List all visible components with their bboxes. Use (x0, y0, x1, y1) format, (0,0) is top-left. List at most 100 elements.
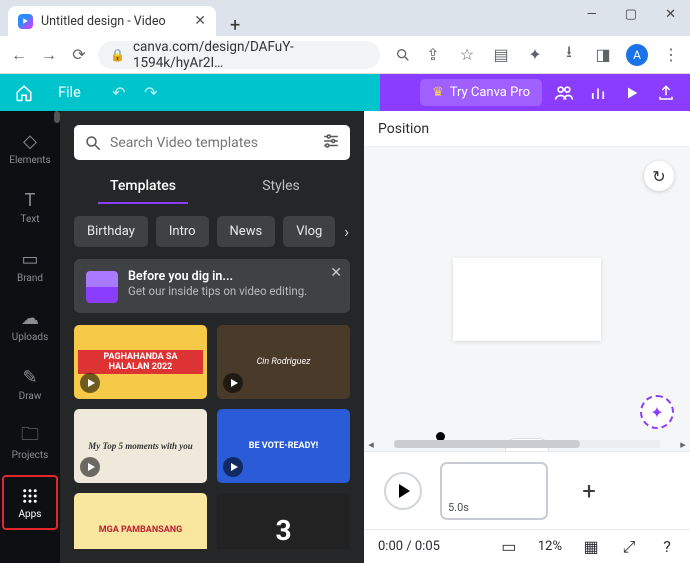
present-play-icon[interactable] (620, 81, 644, 105)
zoom-display[interactable]: 12% (538, 539, 562, 554)
template-card[interactable]: BE VOTE-READY! (217, 409, 350, 483)
browser-tab[interactable]: Untitled design - Video ✕ (8, 6, 216, 36)
magic-button[interactable]: ✦ (640, 395, 674, 429)
extension-1-icon[interactable]: ▤ (490, 44, 512, 66)
uploads-icon: ☁ (21, 309, 39, 329)
share-icon[interactable]: ⇪ (422, 44, 444, 66)
tips-banner[interactable]: Before you dig in... Get our inside tips… (74, 259, 350, 313)
rail-apps[interactable]: Apps (2, 475, 58, 530)
sidepanel-icon[interactable]: ◨ (592, 44, 614, 66)
template-card[interactable]: PAGHAHANDA SA HALALAN 2022 (74, 325, 207, 399)
new-tab-button[interactable]: + (230, 15, 240, 36)
add-page-button[interactable]: + (566, 462, 612, 520)
kebab-icon[interactable]: ⋮ (660, 44, 682, 66)
template-card[interactable]: MGA PAMBANSANG (74, 493, 207, 549)
text-icon: T (25, 191, 36, 211)
rotate-button[interactable]: ↻ (644, 161, 674, 191)
tab-styles[interactable]: Styles (212, 172, 350, 204)
play-badge-icon (80, 457, 100, 477)
pages-view-icon[interactable]: ▭ (500, 537, 518, 556)
scroll-right-icon[interactable]: ▸ (676, 438, 690, 451)
template-grid: PAGHAHANDA SA HALALAN 2022 Cin Rodriguez… (74, 325, 350, 549)
rail-elements[interactable]: ◇ Elements (2, 121, 58, 176)
play-badge-icon (223, 457, 243, 477)
card-label: Cin Rodriguez (257, 357, 311, 367)
tab-templates[interactable]: Templates (74, 172, 212, 204)
canvas-stage[interactable]: ↻ ✦ ◂ ▸ (364, 147, 690, 451)
collaborators-icon[interactable] (552, 81, 576, 105)
timeline: 5.0s + (364, 451, 690, 529)
close-icon[interactable]: ✕ (665, 7, 676, 22)
canva-favicon (18, 14, 33, 29)
omnibox[interactable]: 🔒 canva.com/design/DAFuY-1594k/hyAr2I… (98, 41, 380, 69)
side-rail: ◇ Elements T Text ▭ Brand ☁ Uploads ✎ Dr… (0, 111, 60, 563)
crown-icon: ♛ (432, 85, 444, 100)
bottom-bar: 0:00 / 0:05 ▭ 12% ▦ ⤢ ? (364, 529, 690, 563)
download-icon[interactable]: ⭳ (558, 44, 580, 66)
card-label: MGA PAMBANSANG (99, 525, 183, 535)
grid-view-icon[interactable]: ▦ (582, 537, 600, 556)
rail-brand[interactable]: ▭ Brand (2, 239, 58, 294)
shapes-icon: ◇ (23, 132, 37, 152)
back-icon[interactable]: ← (8, 44, 30, 66)
try-canva-pro-button[interactable]: ♛ Try Canva Pro (420, 79, 542, 106)
template-card[interactable]: Cin Rodriguez (217, 325, 350, 399)
chip-vlog[interactable]: Vlog (283, 216, 335, 247)
forward-icon[interactable]: → (38, 44, 60, 66)
template-card[interactable]: My Top 5 moments with you (74, 409, 207, 483)
minimize-icon[interactable]: — (587, 7, 597, 22)
chip-news[interactable]: News (217, 216, 276, 247)
main-area: ◇ Elements T Text ▭ Brand ☁ Uploads ✎ Dr… (0, 111, 690, 563)
search-input[interactable] (110, 135, 314, 151)
canvas-area: Position ↻ ✦ ◂ ▸ 5.0s + 0:00 / 0:05 ▭ (364, 111, 690, 563)
share-upload-icon[interactable] (654, 81, 678, 105)
browser-urlbar: ← → ⟳ 🔒 canva.com/design/DAFuY-1594k/hyA… (0, 36, 690, 74)
banner-close-icon[interactable]: ✕ (330, 265, 342, 281)
rail-draw[interactable]: ✎ Draw (2, 357, 58, 412)
chips-scroll-right[interactable]: › (343, 218, 350, 246)
play-button[interactable] (384, 472, 422, 510)
position-button[interactable]: Position (378, 121, 429, 137)
apps-grid-icon (21, 486, 39, 506)
template-card[interactable]: 3 (217, 493, 350, 549)
zoom-icon[interactable] (392, 44, 414, 66)
time-display: 0:00 / 0:05 (378, 539, 440, 554)
window-controls: — ▢ ✕ (530, 0, 690, 28)
scroll-left-icon[interactable]: ◂ (364, 438, 378, 451)
panel-tabs: Templates Styles (74, 172, 350, 204)
lock-icon: 🔒 (110, 48, 125, 62)
profile-avatar[interactable]: A (626, 44, 648, 66)
bookmark-icon[interactable]: ☆ (456, 44, 478, 66)
redo-button[interactable]: ↷ (137, 79, 165, 107)
folder-icon: 🗀 (21, 427, 39, 447)
url-text: canva.com/design/DAFuY-1594k/hyAr2I… (133, 39, 368, 71)
chip-intro[interactable]: Intro (156, 216, 209, 247)
rail-label: Uploads (12, 332, 48, 343)
template-search[interactable] (74, 125, 350, 160)
extension-puzzle-icon[interactable]: ✦ (524, 44, 546, 66)
canvas-page[interactable] (453, 258, 601, 341)
rail-projects[interactable]: 🗀 Projects (2, 416, 58, 471)
scroll-thumb[interactable] (394, 440, 580, 448)
reload-icon[interactable]: ⟳ (68, 44, 90, 66)
chip-birthday[interactable]: Birthday (74, 216, 148, 247)
rail-uploads[interactable]: ☁ Uploads (2, 298, 58, 353)
analytics-icon[interactable] (586, 81, 610, 105)
banner-thumb-icon (86, 271, 118, 303)
category-chips: Birthday Intro News Vlog › (74, 216, 350, 247)
rail-text[interactable]: T Text (2, 180, 58, 235)
fullscreen-icon[interactable]: ⤢ (620, 537, 638, 557)
undo-button[interactable]: ↶ (105, 79, 133, 107)
maximize-icon[interactable]: ▢ (625, 7, 637, 22)
rail-label: Apps (19, 509, 42, 520)
help-icon[interactable]: ? (658, 537, 676, 556)
rail-label: Brand (17, 273, 43, 284)
context-toolbar: Position (364, 111, 690, 147)
timeline-clip[interactable]: 5.0s (440, 462, 548, 520)
file-menu[interactable]: File (46, 79, 93, 106)
canvas-h-scrollbar[interactable]: ◂ ▸ (364, 437, 690, 451)
filter-icon[interactable] (322, 132, 340, 154)
draw-icon: ✎ (22, 368, 37, 388)
home-button[interactable] (8, 79, 40, 107)
tab-close-icon[interactable]: ✕ (194, 13, 206, 29)
